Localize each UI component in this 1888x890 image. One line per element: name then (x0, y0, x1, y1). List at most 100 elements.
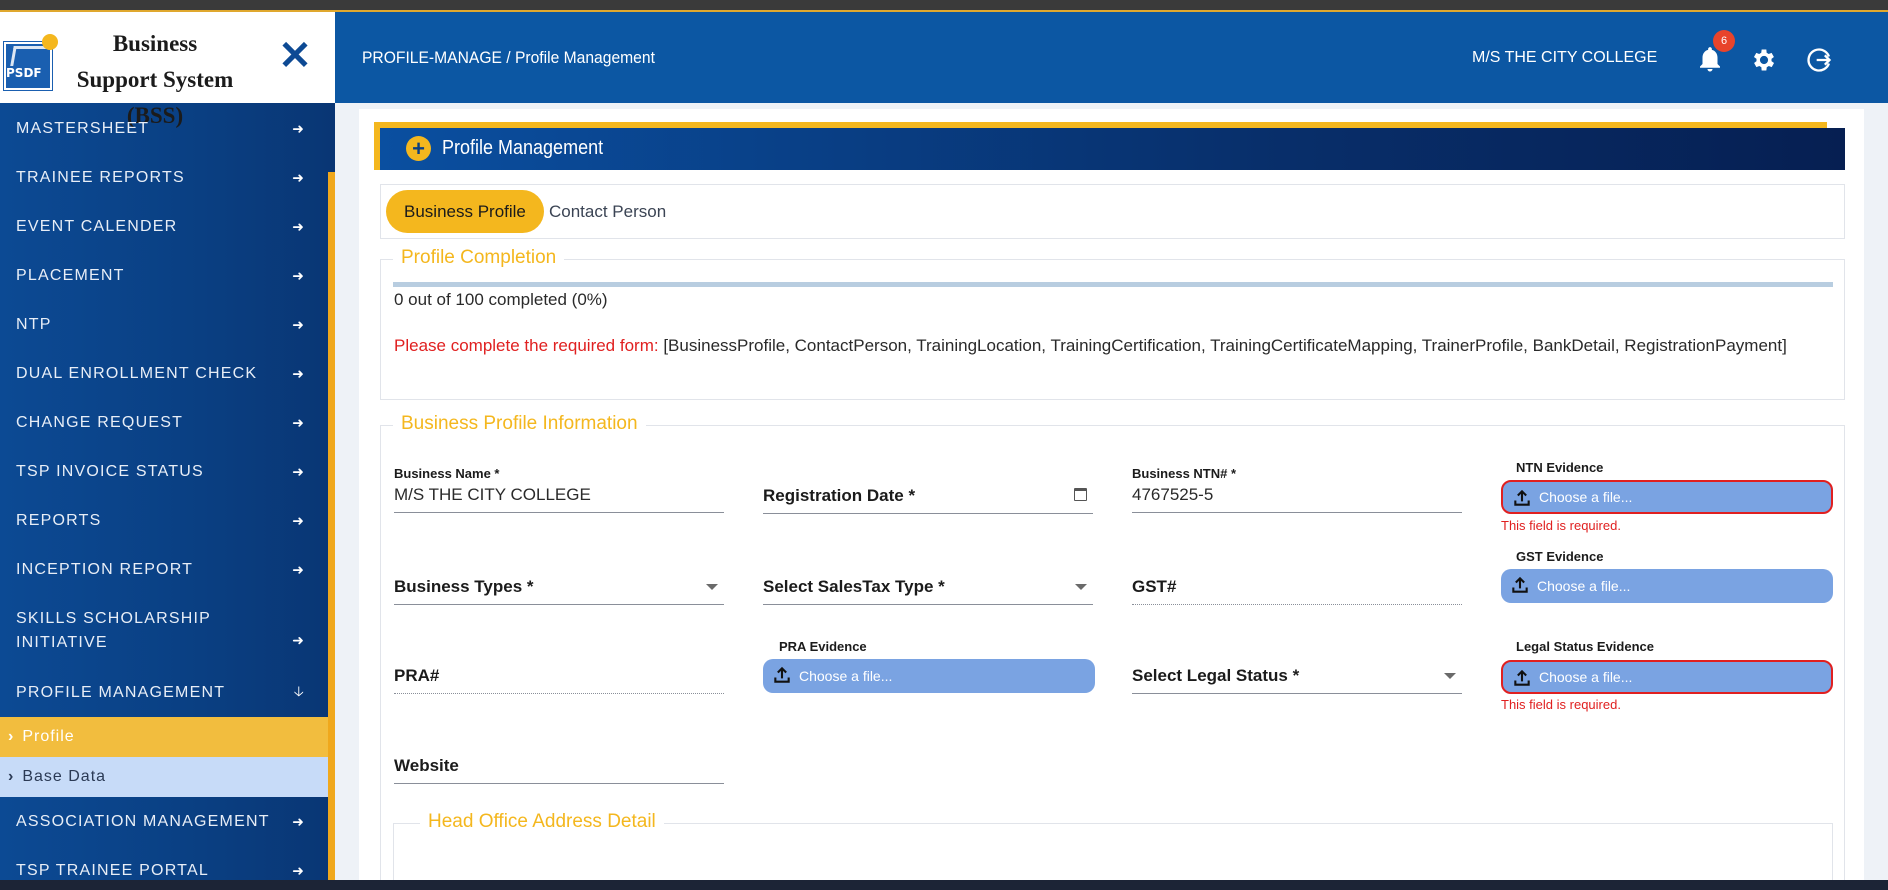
sidebar-item-event-calender[interactable]: EVENT CALENDER ➜ (0, 202, 335, 251)
sidebar-item-label: EVENT CALENDER (16, 217, 178, 235)
business-types-label: Business Types * (394, 577, 534, 596)
tab-contact-person[interactable]: Contact Person (531, 190, 684, 233)
business-types-field[interactable]: Business Types * (394, 569, 724, 605)
pra-evidence-file-button[interactable]: Choose a file... (763, 659, 1095, 693)
pra-input[interactable]: PRA# (394, 658, 724, 694)
website-field[interactable]: Website (394, 748, 724, 784)
gst-evidence-label: GST Evidence (1516, 549, 1604, 564)
pra-evidence-label: PRA Evidence (779, 639, 867, 654)
sidebar-item-skills-scholarship-initiative[interactable]: SKILLS SCHOLARSHIP INITIATIVE ➜ (0, 594, 335, 668)
file-button-text: Choose a file... (799, 668, 893, 684)
file-button-text: Choose a file... (1539, 489, 1633, 505)
sidebar-subitem-label: Base Data (22, 768, 107, 785)
sidebar-item-profile-management[interactable]: PROFILE MANAGEMENT 🡣 (0, 668, 335, 717)
arrow-right-icon: ➜ (292, 169, 305, 185)
gst-input[interactable]: GST# (1132, 569, 1462, 605)
arrow-right-icon: ➜ (292, 561, 305, 577)
legal-status-field[interactable]: Select Legal Status * (1132, 658, 1462, 694)
registration-date-input[interactable]: Registration Date * (763, 478, 1093, 514)
sidebar-item-placement[interactable]: PLACEMENT ➜ (0, 251, 335, 300)
legal-evidence-label: Legal Status Evidence (1516, 639, 1654, 654)
sidebar-item-label: TSP TRAINEE PORTAL (16, 861, 209, 879)
tab-business-profile[interactable]: Business Profile (386, 190, 544, 233)
registration-date-label: Registration Date * (763, 486, 916, 505)
sidebar-subitem-label: Profile (22, 728, 75, 745)
sidebar-scrollbar[interactable] (328, 172, 335, 880)
sidebar-menu: MASTERSHEET ➜ TRAINEE REPORTS ➜ EVENT CALE… (0, 104, 335, 880)
upload-icon (1514, 489, 1530, 506)
completion-progress-bar (393, 282, 1833, 287)
breadcrumb: PROFILE-MANAGE / Profile Management (362, 48, 655, 67)
sidebar-item-label: SKILLS SCHOLARSHIP INITIATIVE (16, 610, 211, 651)
section-legend: Head Office Address Detail (420, 811, 664, 833)
legal-status-select[interactable]: Select Legal Status * (1132, 658, 1462, 694)
website-label: Website (394, 756, 459, 775)
caret-down-icon (1075, 584, 1087, 590)
sidebar-item-tsp-trainee-portal[interactable]: TSP TRAINEE PORTAL ➜ (0, 846, 335, 880)
sidebar-item-label: DUAL ENROLLMENT CHECK (16, 364, 258, 382)
business-types-select[interactable]: Business Types * (394, 569, 724, 605)
salestax-type-field[interactable]: Select SalesTax Type * (763, 569, 1093, 605)
completion-message-prefix: Please complete the required form: (394, 336, 659, 355)
sidebar-item-inception-report[interactable]: INCEPTION REPORT ➜ (0, 545, 335, 594)
pra-field[interactable]: PRA# (394, 658, 724, 694)
upload-icon (1512, 576, 1528, 593)
sidebar-item-label: ASSOCIATION MANAGEMENT (16, 812, 270, 830)
registration-date-field[interactable]: Registration Date * (763, 478, 1093, 514)
sidebar-item-label: PLACEMENT (16, 266, 125, 284)
upload-icon (1514, 669, 1530, 686)
sidebar-item-mastersheet[interactable]: MASTERSHEET ➜ (0, 104, 335, 153)
upload-icon (774, 666, 790, 683)
plus-icon[interactable]: + (406, 136, 431, 161)
section-legend: Business Profile Information (393, 413, 646, 435)
gst-field[interactable]: GST# (1132, 569, 1462, 605)
sidebar-item-change-request[interactable]: CHANGE REQUEST ➜ (0, 398, 335, 447)
sidebar-item-ntp[interactable]: NTP ➜ (0, 300, 335, 349)
business-ntn-field[interactable]: Business NTN# * 4767525-5 (1132, 466, 1462, 513)
top-header: PROFILE-MANAGE / Profile Management M/S … (335, 12, 1888, 103)
calendar-icon[interactable] (1074, 488, 1087, 501)
caret-down-icon (1444, 673, 1456, 679)
brand-header: PSDF Business Support System (BSS) ✕ (0, 12, 335, 128)
sidebar-subitem-profile[interactable]: › Profile (0, 717, 328, 757)
psdf-logo: PSDF (3, 24, 58, 94)
business-name-input[interactable]: M/S THE CITY COLLEGE (394, 485, 724, 513)
ntn-evidence-label: NTN Evidence (1516, 460, 1604, 475)
sidebar-item-label: PROFILE MANAGEMENT (16, 683, 226, 701)
legal-evidence-file-button[interactable]: Choose a file... (1501, 660, 1833, 694)
arrow-down-icon: 🡣 (293, 682, 305, 699)
section-legend: Profile Completion (393, 247, 565, 269)
sidebar-item-label: TRAINEE REPORTS (16, 168, 185, 186)
user-organization: M/S THE CITY COLLEGE (1472, 49, 1658, 66)
pra-label: PRA# (394, 666, 440, 685)
arrow-right-icon: ➜ (292, 120, 305, 136)
sidebar-item-dual-enrollment-check[interactable]: DUAL ENROLLMENT CHECK ➜ (0, 349, 335, 398)
ntn-evidence-file-button[interactable]: Choose a file... (1501, 480, 1833, 514)
sidebar-item-label: MASTERSHEET (16, 119, 150, 137)
arrow-right-icon: ➜ (292, 365, 305, 381)
gear-icon[interactable] (1750, 46, 1778, 74)
sidebar-item-trainee-reports[interactable]: TRAINEE REPORTS ➜ (0, 153, 335, 202)
sidebar-item-association-management[interactable]: ASSOCIATION MANAGEMENT ➜ (0, 797, 335, 846)
logo-sun-icon (42, 34, 58, 50)
gst-evidence-file-button[interactable]: Choose a file... (1501, 569, 1833, 603)
gst-label: GST# (1132, 577, 1177, 596)
close-sidebar-button[interactable]: ✕ (278, 36, 312, 76)
arrow-right-icon: ➜ (292, 218, 305, 234)
completion-message-list: [BusinessProfile, ContactPerson, Trainin… (658, 336, 1787, 355)
sidebar-item-label: NTP (16, 315, 52, 333)
sidebar: PSDF Business Support System (BSS) ✕ MAS… (0, 12, 335, 880)
arrow-right-icon: ➜ (292, 631, 305, 648)
salestax-type-select[interactable]: Select SalesTax Type * (763, 569, 1093, 605)
sidebar-item-reports[interactable]: REPORTS ➜ (0, 496, 335, 545)
file-button-text: Choose a file... (1537, 578, 1631, 594)
arrow-right-icon: ➜ (292, 512, 305, 528)
business-name-field[interactable]: Business Name * M/S THE CITY COLLEGE (394, 466, 724, 513)
sidebar-subitem-base-data[interactable]: › Base Data (0, 757, 328, 797)
business-ntn-input[interactable]: 4767525-5 (1132, 485, 1462, 513)
profile-completion-section: Profile Completion 0 out of 100 complete… (380, 247, 1845, 400)
website-input[interactable]: Website (394, 748, 724, 784)
caret-down-icon (706, 584, 718, 590)
logout-icon[interactable] (1805, 46, 1833, 74)
sidebar-item-tsp-invoice-status[interactable]: TSP INVOICE STATUS ➜ (0, 447, 335, 496)
